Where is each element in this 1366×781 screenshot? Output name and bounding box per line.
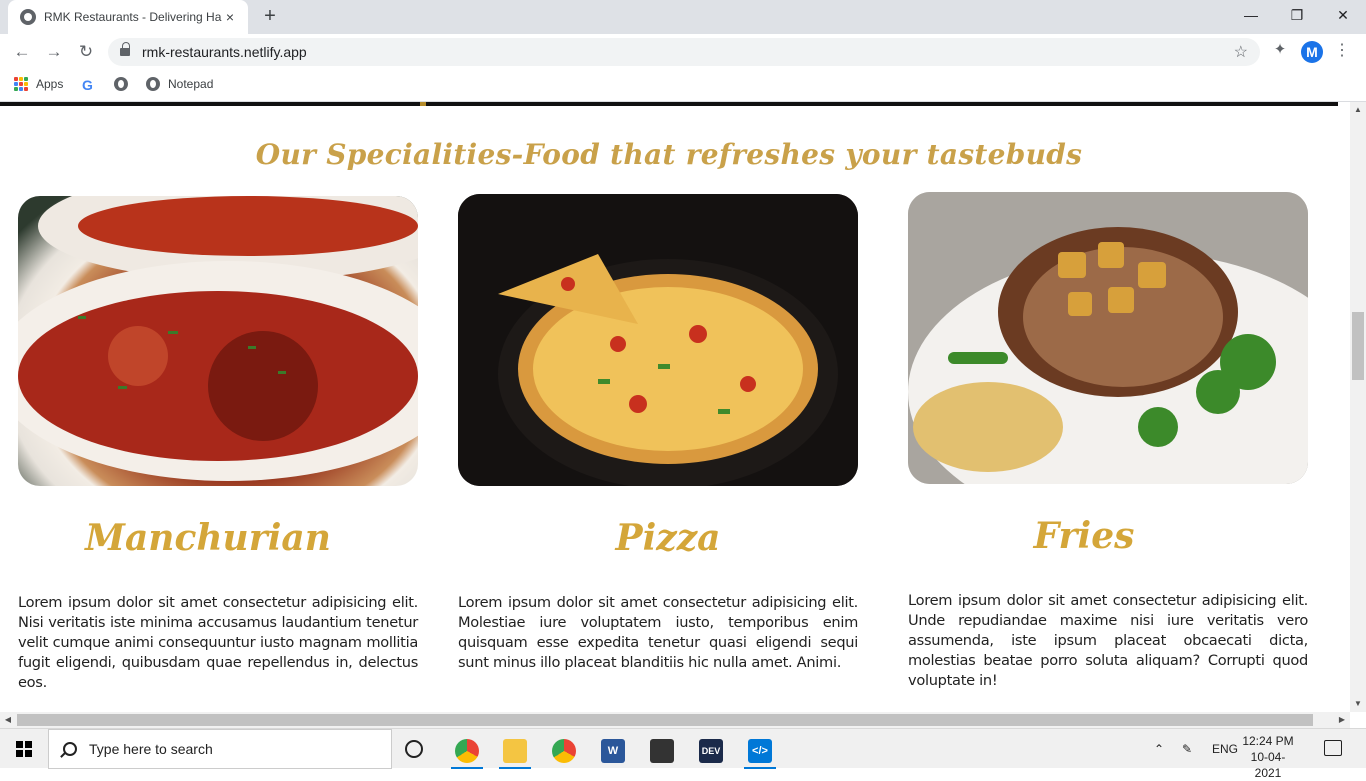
tab-strip: RMK Restaurants - Delivering Ha × + — ❐ … (0, 0, 1366, 34)
pizza-image (458, 194, 858, 486)
vertical-scrollbar[interactable]: ▲ ▼ (1350, 102, 1366, 712)
start-button[interactable] (0, 729, 48, 769)
search-placeholder: Type here to search (89, 741, 213, 757)
steak-image (908, 192, 1308, 484)
minimize-button[interactable]: — (1228, 0, 1274, 30)
bookmarks-bar: Apps G Notepad (0, 70, 1366, 102)
windows-taskbar: Type here to search W DEV </> ⌃ ✎ ENG 12… (0, 728, 1366, 780)
card-description: Lorem ipsum dolor sit amet consectetur a… (908, 592, 1308, 689)
cortana-icon[interactable] (405, 740, 423, 758)
tray-chevron-up-icon[interactable]: ⌃ (1154, 729, 1164, 769)
browser-toolbar: ← → ↻ rmk-restaurants.netlify.app ☆ (0, 34, 1366, 70)
horizontal-scrollbar[interactable]: ◀ ▶ (0, 712, 1350, 728)
reload-icon[interactable]: ↻ (74, 40, 98, 64)
bookmark-google[interactable]: G (82, 77, 93, 93)
chrome-profile-icon (455, 739, 479, 763)
taskbar-word[interactable]: W (593, 733, 633, 769)
tab-title: RMK Restaurants - Delivering Ha (44, 10, 222, 24)
card-description: Lorem ipsum dolor sit amet consectetur a… (18, 594, 418, 691)
spaghetti-illustration (18, 196, 418, 481)
restore-button[interactable]: ❐ (1274, 0, 1320, 30)
folder-icon (503, 739, 527, 763)
scroll-right-arrow-icon[interactable]: ▶ (1334, 712, 1350, 728)
forward-arrow-icon[interactable]: → (42, 40, 66, 64)
tab-close-icon[interactable]: × (222, 9, 238, 25)
windows-logo-icon (16, 741, 32, 757)
globe-icon (114, 77, 128, 91)
profile-avatar[interactable]: M (1301, 41, 1323, 63)
system-clock[interactable]: 12:24 PM 10-04-2021 (1240, 733, 1296, 781)
bookmark-apps[interactable]: Apps (14, 77, 63, 91)
card-title-pizza: Pizza (615, 517, 721, 559)
bookmark-notepad[interactable]: Notepad (146, 77, 213, 91)
card-title-fries: Fries (1033, 515, 1135, 557)
taskbar-store[interactable] (642, 733, 682, 769)
new-tab-button[interactable]: + (258, 5, 282, 29)
scroll-down-arrow-icon[interactable]: ▼ (1350, 696, 1366, 712)
clock-time: 12:24 PM (1242, 734, 1294, 748)
lock-icon[interactable] (120, 42, 130, 57)
site-favicon-icon (20, 9, 36, 25)
section-title: Our Specialities-Food that refreshes you… (255, 138, 1083, 171)
dev-icon: DEV (699, 739, 723, 763)
bookmark-globe[interactable] (114, 77, 136, 91)
bookmark-label: Apps (36, 77, 64, 91)
taskbar-chrome[interactable] (544, 733, 584, 769)
globe-icon (146, 77, 160, 91)
pen-icon[interactable]: ✎ (1182, 729, 1192, 769)
spaghetti-image (18, 196, 418, 486)
pizza-illustration (458, 194, 858, 486)
browser-tab[interactable]: RMK Restaurants - Delivering Ha × (8, 0, 248, 34)
card-description: Lorem ipsum dolor sit amet consectetur a… (458, 594, 858, 671)
store-bag-icon (650, 739, 674, 763)
browser-menu-icon[interactable]: ⋮ (1334, 40, 1350, 64)
vscode-icon: </> (748, 739, 772, 763)
google-icon: G (82, 77, 93, 93)
scroll-up-arrow-icon[interactable]: ▲ (1350, 102, 1366, 118)
card-title-manchurian: Manchurian (85, 517, 331, 559)
extensions-puzzle-icon[interactable]: ✦ (1270, 40, 1290, 60)
clock-date: 10-04-2021 (1250, 750, 1286, 780)
hero-image-bottom-edge (0, 102, 1338, 106)
steak-illustration (908, 192, 1308, 484)
taskbar-file-explorer[interactable] (495, 733, 535, 769)
back-arrow-icon[interactable]: ← (10, 40, 34, 64)
scrollbar-thumb[interactable] (17, 714, 1313, 726)
taskbar-chrome-profile[interactable] (447, 733, 487, 769)
language-indicator[interactable]: ENG (1212, 729, 1238, 769)
taskbar-vscode[interactable]: </> (740, 733, 780, 769)
word-icon: W (601, 739, 625, 763)
url-text[interactable]: rmk-restaurants.netlify.app (142, 44, 307, 60)
taskbar-search[interactable]: Type here to search (48, 729, 392, 769)
page-viewport: Our Specialities-Food that refreshes you… (0, 102, 1350, 712)
scroll-left-arrow-icon[interactable]: ◀ (0, 712, 16, 728)
taskbar-dev[interactable]: DEV (691, 733, 731, 769)
chrome-icon (552, 739, 576, 763)
notification-icon[interactable] (1324, 740, 1342, 756)
search-icon (63, 742, 77, 756)
apps-grid-icon (14, 77, 28, 91)
bookmark-label: Notepad (168, 77, 214, 91)
scrollbar-thumb[interactable] (1352, 312, 1364, 380)
address-bar[interactable]: rmk-restaurants.netlify.app ☆ (108, 38, 1260, 66)
close-window-button[interactable]: ✕ (1320, 0, 1366, 30)
bookmark-star-icon[interactable]: ☆ (1234, 42, 1248, 62)
